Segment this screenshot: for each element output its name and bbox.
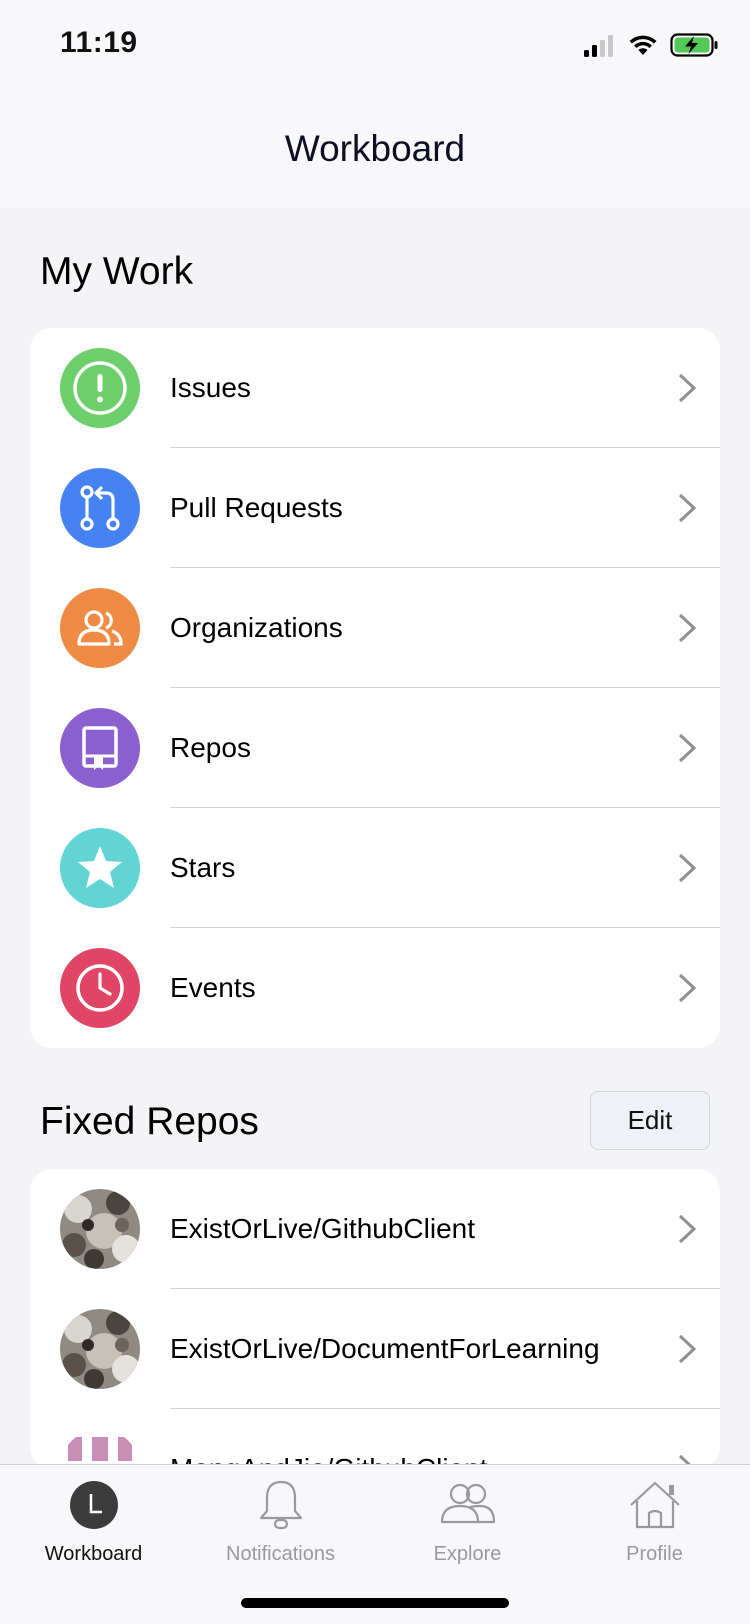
my-work-item-events[interactable]: Events: [30, 928, 720, 1048]
repo-owner-avatar: [60, 1189, 140, 1269]
my-work-item-repos[interactable]: Repos: [30, 688, 720, 808]
section-title-fixed-repos: Fixed Repos: [40, 1100, 259, 1143]
navigation-bar: Workboard: [0, 90, 750, 208]
fixed-repos-card: ExistOrLive/GithubClient ExistOrLive/Doc…: [30, 1169, 720, 1469]
tab-notifications[interactable]: Notifications: [187, 1473, 374, 1583]
my-work-item-label: Pull Requests: [170, 492, 343, 523]
status-bar: 11:19: [0, 0, 750, 90]
tab-profile[interactable]: Profile: [561, 1473, 748, 1583]
repo-icon: [60, 708, 140, 788]
fixed-repo-item[interactable]: ExistOrLive/DocumentForLearning: [30, 1289, 720, 1409]
pull-request-icon: [60, 468, 140, 548]
chevron-right-icon: [678, 1214, 697, 1244]
chevron-right-icon: [678, 973, 697, 1003]
fixed-repo-item[interactable]: ExistOrLive/GithubClient: [30, 1169, 720, 1289]
tab-label: Explore: [433, 1543, 502, 1565]
my-work-item-label: Stars: [170, 852, 236, 883]
my-work-card: Issues Pull Requests Organizations Repos…: [30, 328, 720, 1048]
home-indicator: [241, 1598, 509, 1608]
workboard-icon: [62, 1475, 126, 1535]
issues-icon: [60, 348, 140, 428]
my-work-item-label: Repos: [170, 732, 251, 763]
my-work-item-stars[interactable]: Stars: [30, 808, 720, 928]
my-work-item-label: Organizations: [170, 612, 343, 643]
house-icon: [623, 1475, 687, 1535]
wifi-icon: [629, 35, 657, 55]
people-icon: [436, 1475, 500, 1535]
fixed-repo-label: ExistOrLive/DocumentForLearning: [170, 1333, 600, 1364]
page-title: Workboard: [284, 128, 466, 169]
chevron-right-icon: [678, 1334, 697, 1364]
my-work-item-pull-requests[interactable]: Pull Requests: [30, 448, 720, 568]
star-icon: [60, 828, 140, 908]
chevron-right-icon: [678, 493, 697, 523]
edit-button[interactable]: Edit: [590, 1091, 710, 1150]
tab-label: Profile: [626, 1543, 683, 1565]
chevron-right-icon: [678, 853, 697, 883]
tab-label: Workboard: [44, 1543, 143, 1565]
chevron-right-icon: [678, 733, 697, 763]
organizations-icon: [60, 588, 140, 668]
status-icons: [584, 30, 720, 60]
tab-explore[interactable]: Explore: [374, 1473, 561, 1583]
tab-label: Notifications: [226, 1543, 335, 1565]
repo-owner-avatar: [60, 1309, 140, 1389]
status-time: 11:19: [60, 26, 138, 59]
chevron-right-icon: [678, 613, 697, 643]
cellular-signal-icon: [584, 35, 613, 57]
my-work-item-label: Events: [170, 972, 256, 1003]
fixed-repo-item[interactable]: MengAndJie/GithubClient: [30, 1409, 720, 1469]
tab-workboard[interactable]: Workboard: [0, 1473, 187, 1583]
repo-owner-avatar: [60, 1429, 140, 1469]
my-work-item-label: Issues: [170, 372, 251, 403]
section-title-my-work: My Work: [40, 250, 194, 293]
fixed-repo-label: ExistOrLive/GithubClient: [170, 1213, 476, 1244]
my-work-item-issues[interactable]: Issues: [30, 328, 720, 448]
battery-charging-icon: [670, 33, 718, 57]
my-work-item-organizations[interactable]: Organizations: [30, 568, 720, 688]
chevron-right-icon: [678, 373, 697, 403]
clock-icon: [60, 948, 140, 1028]
bell-icon: [249, 1475, 313, 1535]
